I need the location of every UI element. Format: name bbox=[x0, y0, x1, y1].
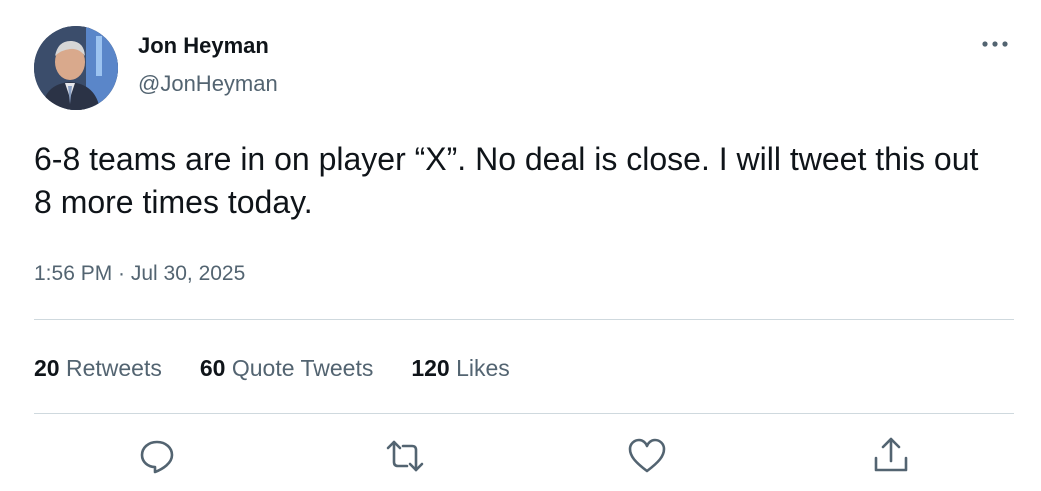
likes-stat[interactable]: 120 Likes bbox=[411, 355, 509, 382]
retweet-icon bbox=[386, 440, 424, 472]
more-options-icon[interactable] bbox=[981, 36, 1009, 47]
author-handle[interactable]: @JonHeyman bbox=[138, 71, 278, 97]
reply-button[interactable] bbox=[137, 436, 177, 476]
tweet-timestamp[interactable]: 1:56 PM · Jul 30, 2025 bbox=[34, 262, 245, 286]
retweets-stat[interactable]: 20 Retweets bbox=[34, 355, 162, 382]
tweet-text: 6-8 teams are in on player “X”. No deal … bbox=[34, 141, 979, 220]
retweet-button[interactable] bbox=[385, 436, 425, 476]
retweets-label: Retweets bbox=[65, 355, 162, 381]
avatar[interactable] bbox=[34, 26, 118, 110]
author-display-name[interactable]: Jon Heyman bbox=[138, 33, 269, 59]
retweets-count: 20 bbox=[34, 355, 60, 381]
quote-tweets-label: Quote Tweets bbox=[231, 355, 374, 381]
avatar-photo bbox=[34, 26, 118, 110]
like-button[interactable] bbox=[627, 436, 667, 476]
share-icon bbox=[874, 437, 908, 472]
divider-bottom bbox=[34, 413, 1014, 414]
reply-icon bbox=[140, 440, 174, 474]
tweet-stats: 20 Retweets 60 Quote Tweets 120 Likes bbox=[34, 355, 548, 382]
likes-label: Likes bbox=[456, 355, 510, 381]
heart-icon bbox=[628, 438, 666, 473]
divider-top bbox=[34, 319, 1014, 320]
share-button[interactable] bbox=[871, 436, 911, 476]
likes-count: 120 bbox=[411, 355, 450, 381]
quote-tweets-stat[interactable]: 60 Quote Tweets bbox=[200, 355, 373, 382]
quote-tweets-count: 60 bbox=[199, 355, 226, 381]
